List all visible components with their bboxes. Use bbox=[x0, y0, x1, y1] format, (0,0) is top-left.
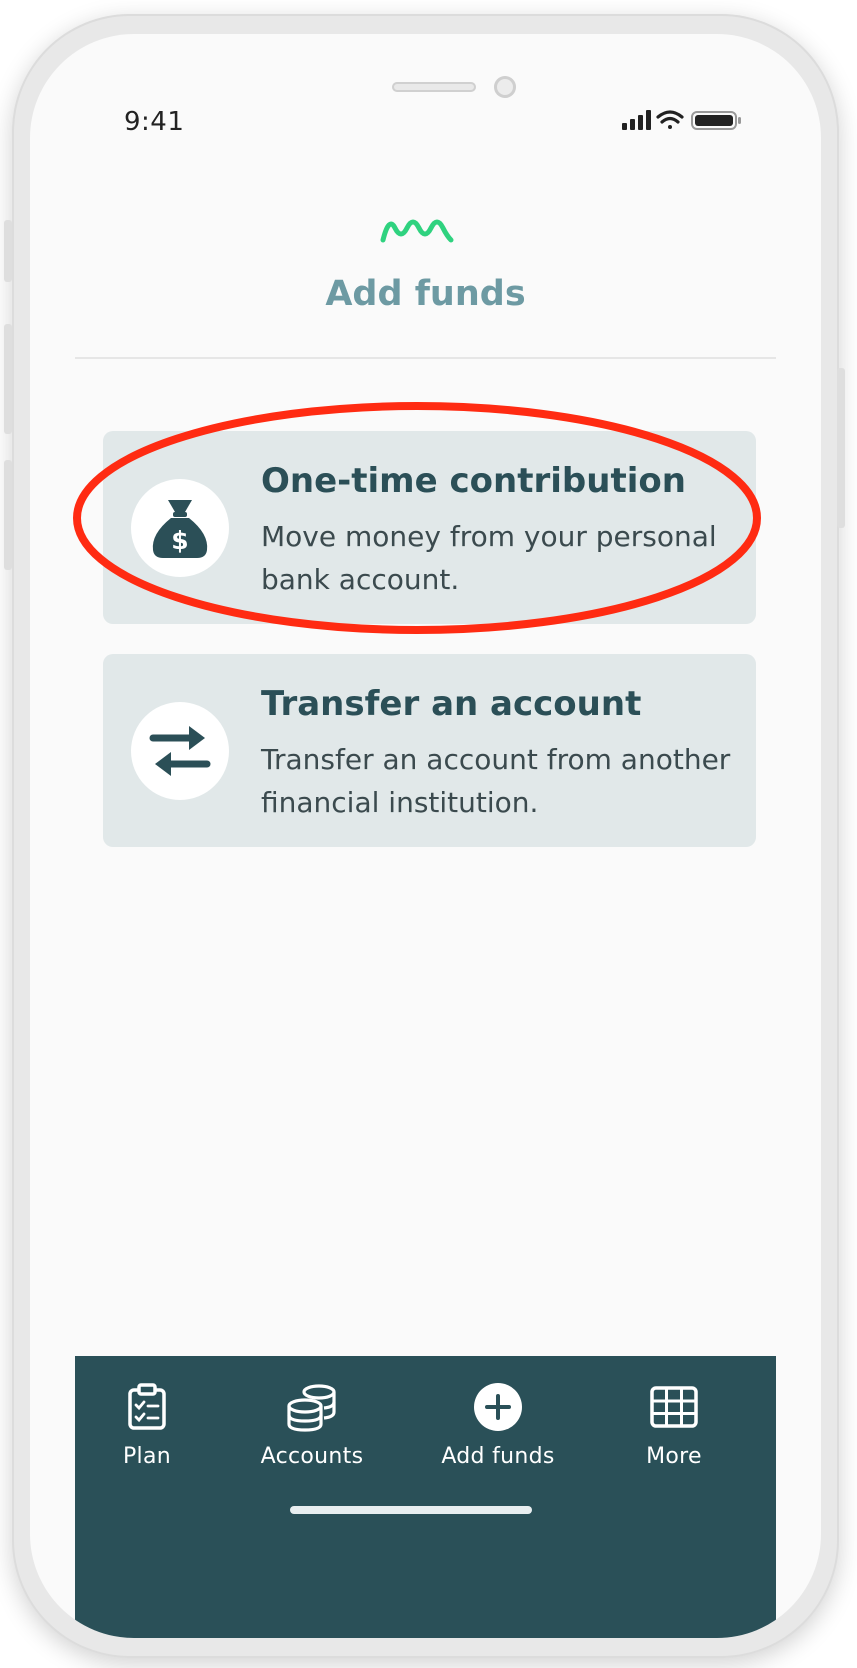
tab-label: Add funds bbox=[441, 1444, 555, 1469]
tab-plan[interactable]: Plan bbox=[72, 1376, 222, 1469]
grid-icon bbox=[650, 1386, 698, 1428]
clipboard-icon bbox=[128, 1383, 166, 1430]
tab-label: Accounts bbox=[260, 1444, 364, 1469]
option-card-transfer-account[interactable]: Transfer an account Transfer an account … bbox=[103, 654, 756, 847]
page-title: Add funds bbox=[325, 274, 526, 314]
tab-label: More bbox=[646, 1444, 702, 1469]
header-divider bbox=[75, 357, 776, 359]
wifi-icon bbox=[656, 110, 684, 129]
brand-logo bbox=[379, 214, 455, 248]
option-card-one-time-contribution[interactable]: $ One-time contribution Move money from … bbox=[103, 431, 756, 624]
phone-screen: 9:41 Add funds $ One-time contribution M… bbox=[30, 34, 821, 1638]
bottom-tab-bar: Plan Accounts Add funds More bbox=[75, 1356, 776, 1638]
option-title: Transfer an account bbox=[261, 684, 642, 724]
phone-frame: 9:41 Add funds $ One-time contribution M… bbox=[4, 14, 845, 1658]
status-icons bbox=[622, 109, 744, 135]
status-time: 9:41 bbox=[124, 107, 185, 137]
option-icon-circle: $ bbox=[131, 479, 229, 577]
home-indicator[interactable] bbox=[290, 1506, 532, 1514]
earpiece-speaker bbox=[392, 82, 476, 92]
option-title: One-time contribution bbox=[261, 461, 686, 501]
cellular-signal-icon bbox=[622, 110, 651, 130]
tab-add-funds[interactable]: Add funds bbox=[423, 1376, 573, 1469]
tab-more[interactable]: More bbox=[599, 1376, 749, 1469]
side-button-volume-down bbox=[4, 460, 12, 570]
side-button-power bbox=[837, 368, 845, 528]
option-icon-circle bbox=[131, 702, 229, 800]
option-description: Transfer an account from another financi… bbox=[261, 743, 731, 819]
battery-icon bbox=[691, 111, 741, 130]
tab-label: Plan bbox=[122, 1444, 171, 1469]
svg-text:$: $ bbox=[171, 526, 188, 555]
side-button-volume-up bbox=[4, 324, 12, 434]
money-bag-icon: $ bbox=[152, 500, 208, 558]
transfer-arrows-icon bbox=[149, 726, 211, 776]
front-camera bbox=[494, 76, 516, 98]
option-description: Move money from your personal bank accou… bbox=[261, 520, 717, 596]
tab-accounts[interactable]: Accounts bbox=[237, 1376, 387, 1469]
side-button-mute bbox=[4, 220, 12, 282]
plus-circle-icon bbox=[474, 1383, 522, 1431]
coins-icon bbox=[287, 1384, 336, 1432]
